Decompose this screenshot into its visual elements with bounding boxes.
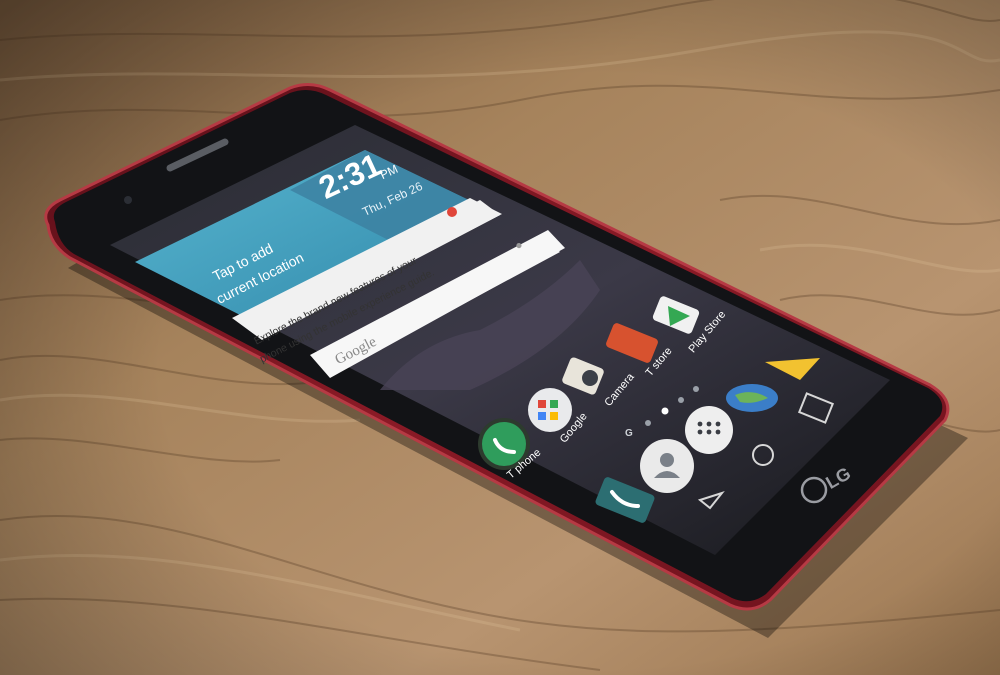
google-folder-icon[interactable] — [528, 388, 572, 432]
notice-close-icon[interactable] — [447, 207, 457, 217]
phone — [44, 83, 968, 638]
front-camera — [124, 196, 132, 204]
